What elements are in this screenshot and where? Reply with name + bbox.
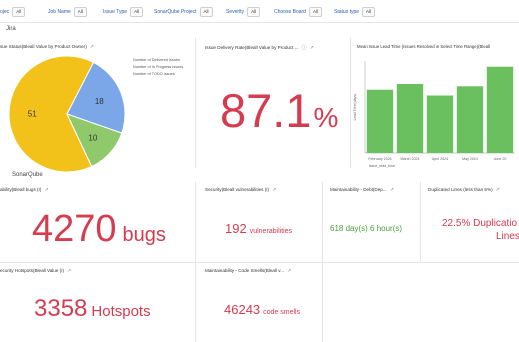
filter-status-type[interactable]: Status type All <box>334 6 376 17</box>
bar[interactable] <box>486 66 514 153</box>
code-smells-unit: code smells <box>263 309 301 316</box>
bar[interactable] <box>426 95 454 154</box>
filter-label: Choose Board <box>274 8 306 15</box>
bugs-stat: 4270 bugs <box>32 208 166 251</box>
x-tick-label: March 2024 <box>401 157 420 161</box>
external-link-icon[interactable]: ↗ <box>287 268 291 274</box>
filter-select[interactable]: All <box>199 6 213 17</box>
filter-select[interactable]: All <box>247 6 261 17</box>
filter-select[interactable]: All <box>12 6 26 17</box>
external-link-icon[interactable]: ↗ <box>90 44 94 50</box>
filter-severity[interactable]: Severity All <box>226 6 261 17</box>
duplicated-lines-unit: Lines <box>496 231 519 242</box>
bugs-value: 4270 <box>32 208 117 250</box>
delivery-rate-stat: 87.1% <box>220 83 338 138</box>
lead-time-title: Mean Issue Lead Time (Issues Resolved in… <box>357 44 491 49</box>
vulnerabilities-title: Security(Bleall vulnerabilities (I) ↗ <box>205 187 277 193</box>
external-link-icon[interactable]: ↗ <box>310 45 314 51</box>
pie-legend-todo: Number of TODO Issues <box>133 72 175 76</box>
delivery-rate-unit: % <box>313 102 339 133</box>
external-link-icon[interactable]: ↗ <box>44 187 48 193</box>
bugs-unit: bugs <box>122 224 166 246</box>
filter-label: Issue Type <box>103 8 128 15</box>
hotspots-stat: 3358 Hotspots <box>34 295 151 323</box>
code-smells-title: Maintainability - Code Smells(Bleall v..… <box>205 268 292 274</box>
bar[interactable] <box>456 86 484 153</box>
external-link-icon[interactable]: ↗ <box>390 187 394 193</box>
filter-job-name[interactable]: Job Name All <box>48 6 87 17</box>
x-tick-label: May 2024 <box>462 157 478 161</box>
panel-divider <box>420 182 421 262</box>
filter-select[interactable]: All <box>308 6 322 17</box>
bar[interactable] <box>366 89 394 153</box>
x-tick-label: April 2024 <box>432 157 448 161</box>
issue-status-title: sue Status(Bleall Value by Product Owner… <box>0 44 94 50</box>
bar[interactable] <box>396 84 424 153</box>
filter-label: Status type <box>334 8 360 15</box>
hotspots-value: 3358 <box>34 295 88 322</box>
external-link-icon[interactable]: ↗ <box>67 268 71 274</box>
panel-divider <box>195 38 196 168</box>
vulnerabilities-stat: 192 vulnerabilities <box>225 220 292 238</box>
duplicated-lines-value: 22.5% Duplicatio <box>442 218 518 229</box>
filter-select[interactable]: All <box>362 6 376 17</box>
x-tick-label: June 20 <box>494 157 507 161</box>
filter-issue-type[interactable]: Issue Type All <box>103 6 144 17</box>
vulnerabilities-unit: vulnerabilities <box>249 228 293 235</box>
row-divider <box>0 262 519 263</box>
pie-legend-in-progress: Number of In Progress Issues <box>133 65 184 69</box>
pie-slice-label: 51 <box>28 109 37 118</box>
filter-sonarqube-project[interactable]: SonarQube Project All <box>154 6 213 17</box>
filter-project[interactable]: ojec All <box>0 6 26 17</box>
filter-select[interactable]: All <box>73 6 87 17</box>
filter-bar: ojec All Job Name All Issue Type All Son… <box>0 0 519 23</box>
filter-select[interactable]: All <box>130 6 144 17</box>
debt-value: 618 day(s) 6 hour(s) <box>330 224 403 233</box>
external-link-icon[interactable]: ↗ <box>496 187 500 193</box>
external-link-icon[interactable]: ↗ <box>272 187 276 193</box>
filter-label: Job Name <box>48 8 71 15</box>
info-icon[interactable]: ⓘ <box>302 45 307 51</box>
section-jira: Jira <box>6 26 16 32</box>
filter-label: Severity <box>226 8 245 15</box>
filter-label: SonarQube Project <box>154 8 197 15</box>
filter-choose-board[interactable]: Choose Board All <box>274 6 322 17</box>
x-tick-label: February 2024 <box>368 157 391 161</box>
y-axis-label: Lead Time(days) <box>353 94 357 121</box>
bugs-title: ability(Bleall bugs (I) ↗ <box>0 187 49 193</box>
delivery-rate-value: 87.1 <box>220 84 312 137</box>
filter-label: ojec <box>0 8 10 15</box>
x-axis-label: issue_lead_time <box>369 164 395 168</box>
code-smells-value: 46243 <box>224 302 261 317</box>
delivery-rate-title: Issue Delivery Rate(Bleall Value by Prod… <box>205 45 314 51</box>
pie-slice-label: 18 <box>95 97 104 106</box>
lead-time-bar-chart: February 2024 March 2024 April 2024 May 202… <box>353 61 515 168</box>
issue-status-pie-chart: 51 18 10 <box>8 55 126 173</box>
hotspots-unit: Hotspots <box>91 303 151 320</box>
hotspots-title: ecurity Hotspots(Bleall Value (I) ↗ <box>0 268 72 274</box>
debt-title: Maintainability - Debt(Dep... ↗ <box>330 187 394 193</box>
pie-slice-label: 10 <box>88 133 97 142</box>
pie-legend-delivered: Number of Delivered Issues <box>133 58 180 62</box>
vulnerabilities-value: 192 <box>225 221 247 236</box>
duplicated-lines-title: Duplicated Lines (less than 5%) ↗ <box>428 187 500 193</box>
code-smells-stat: 46243 code smells <box>224 301 300 319</box>
section-sonarqube: SonarQube <box>12 172 43 178</box>
